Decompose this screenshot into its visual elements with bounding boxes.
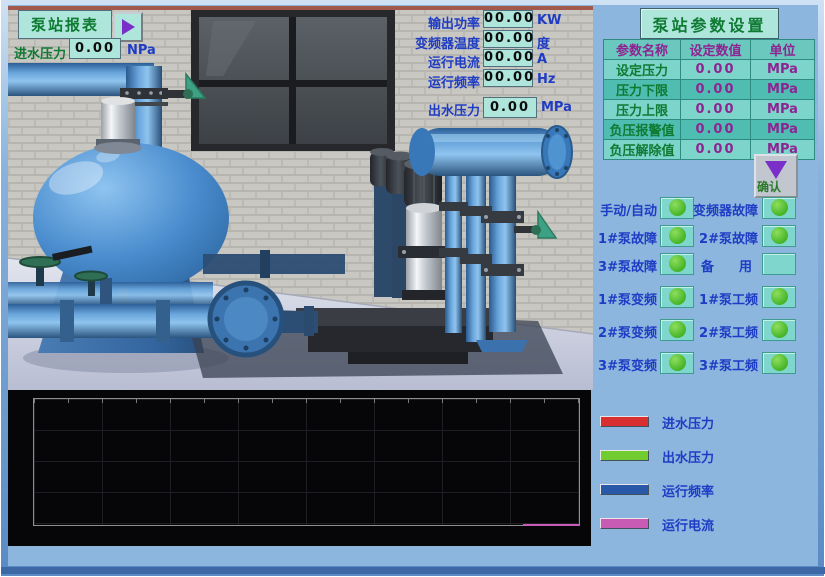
- legend-swatch-outlet-pressure: [600, 450, 649, 461]
- trend-axis-ticks: [34, 399, 579, 403]
- col-set-value: 设定数值: [681, 40, 751, 60]
- output-power-label: 输出功率: [370, 13, 480, 32]
- param-name: 设定压力: [604, 60, 681, 80]
- legend-label-outlet-pressure: 出水压力: [662, 447, 714, 466]
- lamp-dot: [771, 354, 788, 371]
- param-unit: MPa: [751, 60, 815, 80]
- output-power-unit: KW: [537, 13, 561, 28]
- report-button[interactable]: 泵站报表: [18, 10, 112, 39]
- param-name: 压力下限: [604, 80, 681, 100]
- legend-label-inlet-pressure: 进水压力: [662, 413, 714, 432]
- outlet-pressure-unit: MPa: [541, 100, 572, 115]
- lamp-dot: [669, 354, 686, 371]
- run-freq-unit: Hz: [537, 72, 555, 87]
- param-value[interactable]: 0.00: [681, 100, 751, 120]
- confirm-down-arrow-icon: [765, 161, 787, 179]
- param-value[interactable]: 0.00: [681, 140, 751, 160]
- legend-label-run-current: 运行电流: [662, 515, 714, 534]
- lamp-dot: [771, 199, 788, 216]
- confirm-button[interactable]: 确认: [754, 154, 798, 198]
- lamp-pump3-mains: [762, 352, 796, 374]
- run-current-unit: A: [537, 52, 547, 67]
- param-value[interactable]: 0.00: [681, 60, 751, 80]
- bottom-border: [1, 567, 825, 574]
- lamp-pump1-mains: [762, 286, 796, 308]
- trend-plot-area: [33, 398, 580, 526]
- status-label-pump1-mains: 1#泵工频: [688, 289, 758, 308]
- report-button-label: 泵站报表: [31, 14, 99, 35]
- legend-swatch-run-current: [600, 518, 649, 529]
- status-label-spare: 备 用: [688, 256, 758, 275]
- param-row-pressure-low: 压力下限 0.00 MPa: [604, 80, 815, 100]
- lamp-dot: [771, 227, 788, 244]
- parameter-table-header: 参数名称 设定数值 单位: [604, 40, 815, 60]
- inlet-pressure-unit: NPa: [127, 43, 156, 58]
- lamp-dot: [669, 255, 686, 272]
- run-freq-value: 00.00: [483, 69, 533, 87]
- run-freq-label: 运行频率: [370, 72, 480, 91]
- parameter-table: 参数名称 设定数值 单位 设定压力 0.00 MPa 压力下限 0.00 MPa…: [603, 39, 815, 160]
- inlet-pressure-label: 进水压力: [14, 43, 66, 62]
- param-row-pressure-high: 压力上限 0.00 MPa: [604, 100, 815, 120]
- param-unit: MPa: [751, 80, 815, 100]
- lamp-dot: [669, 288, 686, 305]
- lamp-dot: [669, 321, 686, 338]
- status-label-pump2-fault: 2#泵故障: [688, 228, 758, 247]
- lamp-pump2-mains: [762, 319, 796, 341]
- status-label-pump3-mains: 3#泵工频: [688, 355, 758, 374]
- confirm-button-label: 确认: [757, 178, 781, 195]
- vfd-temp-unit: 度: [537, 33, 550, 52]
- param-value[interactable]: 0.00: [681, 120, 751, 140]
- status-label-pump2-vfd: 2#泵变频: [585, 322, 657, 341]
- lamp-dot: [771, 288, 788, 305]
- status-label-pump3-fault: 3#泵故障: [585, 256, 657, 275]
- trend-chart: [8, 390, 591, 546]
- vfd-temp-label: 变频器温度: [370, 33, 480, 52]
- status-label-pump1-vfd: 1#泵变频: [585, 289, 657, 308]
- trend-trace-run-current: [523, 524, 580, 526]
- status-label-vfd-fault: 变频器故障: [688, 200, 758, 219]
- col-unit: 单位: [751, 40, 815, 60]
- output-power-value: 00.00: [483, 10, 533, 28]
- param-row-vacuum-alarm: 负压报警值 0.00 MPa: [604, 120, 815, 140]
- lamp-dot: [669, 227, 686, 244]
- legend-swatch-inlet-pressure: [600, 416, 649, 427]
- run-current-value: 00.00: [483, 49, 533, 67]
- status-label-pump3-vfd: 3#泵变频: [585, 355, 657, 374]
- lamp-spare: [762, 253, 796, 275]
- lamp-pump2-fault: [762, 225, 796, 247]
- lamp-dot: [771, 321, 788, 338]
- settings-panel-title: 泵站参数设置: [640, 8, 779, 39]
- outlet-pressure-value: 0.00: [483, 97, 537, 118]
- inlet-pressure-value: 0.00: [69, 38, 121, 59]
- param-unit: MPa: [751, 120, 815, 140]
- param-name: 压力上限: [604, 100, 681, 120]
- status-label-pump1-fault: 1#泵故障: [585, 228, 657, 247]
- lamp-vfd-fault: [762, 197, 796, 219]
- status-label-auto-manual: 手动/自动: [585, 200, 657, 219]
- outlet-pressure-label: 出水压力: [370, 100, 480, 119]
- param-name: 负压解除值: [604, 140, 681, 160]
- col-param-name: 参数名称: [604, 40, 681, 60]
- lamp-dot: [669, 199, 686, 216]
- vfd-temp-value: 00.00: [483, 30, 533, 48]
- status-label-pump2-mains: 2#泵工频: [688, 322, 758, 341]
- play-arrow-icon: [122, 19, 135, 35]
- legend-swatch-run-frequency: [600, 484, 649, 495]
- param-unit: MPa: [751, 100, 815, 120]
- run-current-label: 运行电流: [370, 52, 480, 71]
- param-value[interactable]: 0.00: [681, 80, 751, 100]
- param-row-set-pressure: 设定压力 0.00 MPa: [604, 60, 815, 80]
- param-name: 负压报警值: [604, 120, 681, 140]
- legend-label-run-frequency: 运行频率: [662, 481, 714, 500]
